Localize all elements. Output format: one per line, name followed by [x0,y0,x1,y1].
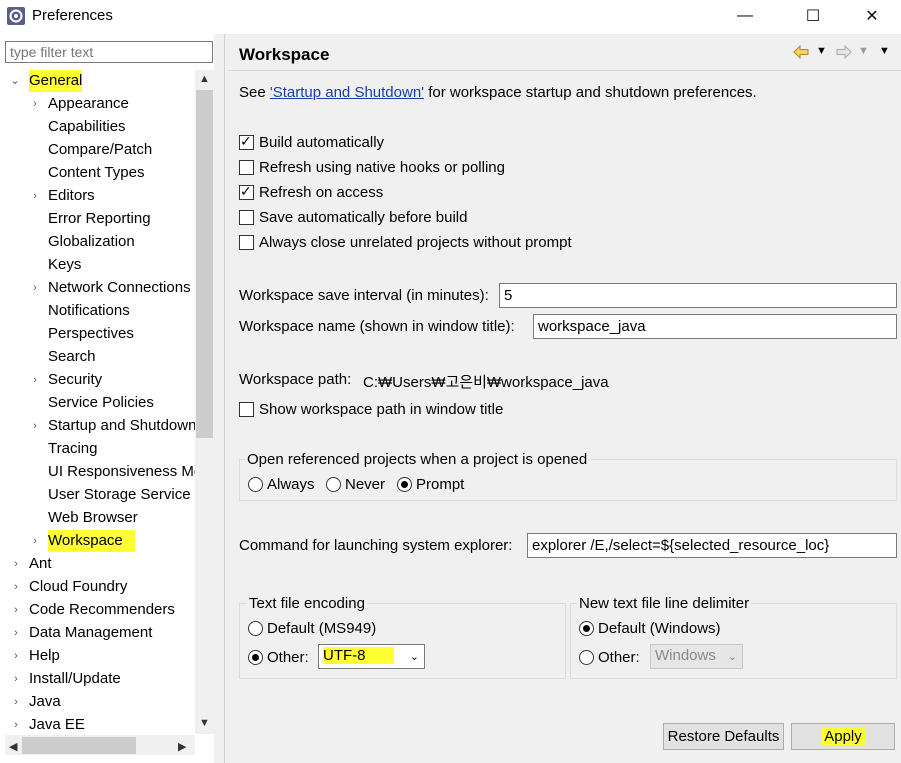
scroll-left-icon[interactable]: ◀ [9,740,17,753]
show-path-checkbox[interactable] [239,402,254,417]
intro-text: See 'Startup and Shutdown' for workspace… [239,84,757,101]
scroll-right-icon[interactable]: ▶ [178,740,186,753]
restore-defaults-button[interactable]: Restore Defaults [663,723,784,750]
radio-label: Never [345,476,386,493]
minimize-button[interactable]: — [722,0,768,32]
tree-item[interactable]: Error Reporting [48,208,151,230]
chevron-right-icon[interactable]: › [30,530,40,552]
radio-label: Prompt [416,476,465,493]
preference-tree: ⌄ General › Appearance Capabilities Compa… [0,70,195,734]
checkbox-label: Save automatically before build [259,209,468,226]
checkbox-label: Refresh on access [259,184,384,201]
tree-horizontal-scroll-thumb[interactable] [22,737,136,754]
chevron-down-icon: ⌄ [409,651,419,663]
chevron-right-icon[interactable]: › [30,277,40,299]
maximize-button[interactable]: ☐ [790,0,836,32]
checkbox-label: Refresh using native hooks or polling [259,159,505,176]
refresh-on-access-checkbox[interactable] [239,183,254,200]
encoding-default-radio[interactable] [248,621,263,636]
filter-input[interactable] [5,41,213,63]
radio-label: Other: [267,649,309,666]
chevron-down-icon[interactable]: ⌄ [10,70,20,92]
chevron-right-icon[interactable]: › [11,691,21,713]
checkbox-label: Always close unrelated projects without … [259,234,572,251]
back-dropdown-icon[interactable]: ▼ [816,45,827,57]
chevron-right-icon[interactable]: › [11,576,21,598]
delimiter-other-radio[interactable] [579,650,594,665]
window-title: Preferences [32,7,113,24]
forward-dropdown-icon[interactable]: ▼ [858,45,869,57]
tree-item[interactable]: UI Responsiveness Monitoring [48,461,195,483]
tree-item[interactable]: Notifications [48,300,130,322]
save-interval-label: Workspace save interval (in minutes): [239,287,489,304]
chevron-right-icon[interactable]: › [11,553,21,575]
tree-item-general[interactable]: ⌄ General [8,70,195,92]
chevron-right-icon[interactable]: › [11,668,21,690]
chevron-right-icon[interactable]: › [30,93,40,115]
explorer-command-label: Command for launching system explorer: [239,537,513,554]
close-unrelated-checkbox[interactable] [239,235,254,250]
tree-vertical-scroll-thumb[interactable] [196,90,213,438]
workspace-name-input[interactable]: workspace_java [533,314,897,339]
tree-item[interactable]: Web Browser [48,507,138,529]
chevron-right-icon[interactable]: › [11,645,21,667]
save-interval-input[interactable]: 5 [499,283,897,308]
build-automatically-checkbox[interactable] [239,133,254,150]
group-title: Text file encoding [247,595,367,612]
scroll-down-icon[interactable]: ▼ [199,717,210,729]
radio-label: Default (Windows) [598,620,721,637]
delimiter-select[interactable]: Windows ⌄ [650,644,743,669]
chevron-right-icon[interactable]: › [11,599,21,621]
explorer-command-input[interactable]: explorer /E,/select=${selected_resource_… [527,533,897,558]
tree-item[interactable]: Service Policies [48,392,154,414]
title-separator [228,70,901,71]
tree-item[interactable]: Content Types [48,162,144,184]
checkbox-label: Build automatically [259,134,385,151]
radio-label: Default (MS949) [267,620,377,637]
never-radio[interactable] [326,477,341,492]
chevron-right-icon[interactable]: › [30,369,40,391]
checkbox-label: Show workspace path in window title [259,401,504,418]
tree-item[interactable]: Compare/Patch [48,139,152,161]
radio-label: Always [267,476,315,493]
tree-item[interactable]: Perspectives [48,323,134,345]
group-title: New text file line delimiter [577,595,752,612]
workspace-path-label: Workspace path: [239,371,352,388]
tree-item[interactable]: Keys [48,254,81,276]
back-arrow-icon[interactable] [793,45,809,59]
view-menu-icon[interactable]: ▼ [879,45,890,57]
tree-item[interactable]: Tracing [48,438,97,460]
chevron-right-icon[interactable]: › [30,415,40,437]
refresh-native-hooks-checkbox[interactable] [239,160,254,175]
chevron-right-icon[interactable]: › [30,185,40,207]
group-title: Open referenced projects when a project … [245,451,590,468]
encoding-select[interactable]: UTF-8 ⌄ [318,644,425,669]
app-icon [7,7,25,25]
tree-item[interactable]: User Storage Service [48,484,191,506]
encoding-other-radio[interactable] [248,650,263,665]
workspace-name-label: Workspace name (shown in window title): [239,318,515,335]
tree-item[interactable]: Capabilities [48,116,126,138]
prompt-radio[interactable] [397,477,412,492]
tree-item-workspace[interactable]: › Workspace [30,530,195,552]
chevron-down-icon: ⌄ [727,651,737,663]
scroll-up-icon[interactable]: ▲ [199,73,210,85]
chevron-right-icon[interactable]: › [11,714,21,734]
save-before-build-checkbox[interactable] [239,210,254,225]
chevron-right-icon[interactable]: › [11,622,21,644]
close-button[interactable]: ✕ [849,0,895,32]
radio-label: Other: [598,649,640,666]
tree-item[interactable]: Globalization [48,231,135,253]
tree-item[interactable]: Search [48,346,96,368]
forward-arrow-icon[interactable] [836,45,852,59]
startup-shutdown-link[interactable]: 'Startup and Shutdown' [270,84,424,101]
delimiter-default-radio[interactable] [579,621,594,636]
always-radio[interactable] [248,477,263,492]
page-title: Workspace [239,45,330,64]
workspace-path-value: C:₩Users₩고은비₩workspace_java [363,374,609,391]
pane-gap [214,34,224,763]
apply-button[interactable]: Apply [791,723,895,750]
